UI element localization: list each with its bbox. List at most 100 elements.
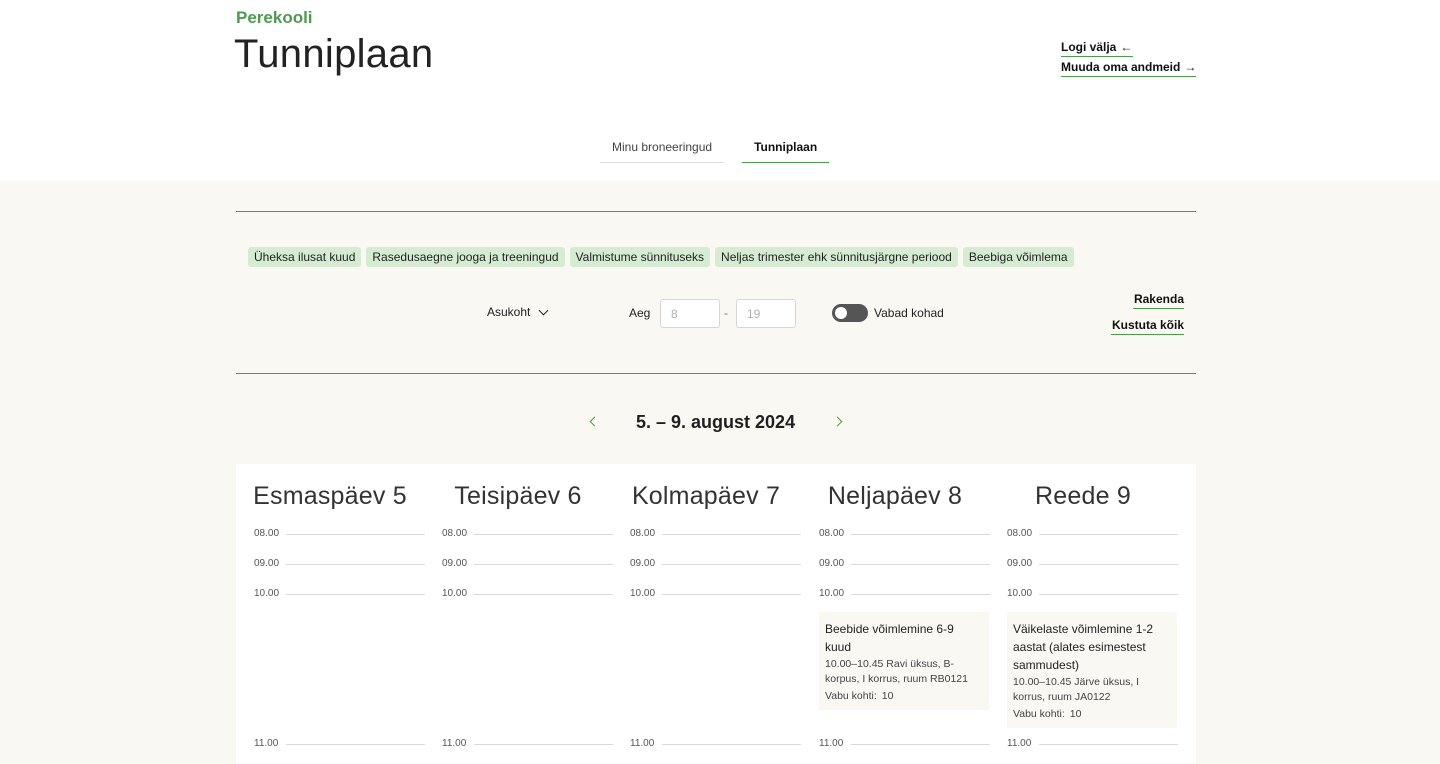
category-chip[interactable]: Rasedusaegne jooga ja treeningud xyxy=(366,247,565,267)
hour-label: 09.00 xyxy=(630,558,656,569)
hour-label: 08.00 xyxy=(442,528,468,539)
main-tabs: Minu broneeringud Tunniplaan xyxy=(600,135,830,163)
hour-gridline xyxy=(1039,594,1178,595)
hour-label: 10.00 xyxy=(254,588,280,599)
hour-gridline xyxy=(851,534,990,535)
apply-button[interactable]: Rakenda xyxy=(1133,292,1184,309)
logout-link[interactable]: Logi välja ← xyxy=(1061,40,1133,57)
hour-gridline xyxy=(474,534,613,535)
hour-row: 08.00 xyxy=(442,528,613,540)
time-to-input[interactable] xyxy=(736,299,796,328)
hour-row: 09.00 xyxy=(630,558,801,570)
hour-label: 11.00 xyxy=(630,738,655,749)
hour-label: 09.00 xyxy=(254,558,280,569)
hour-label: 11.00 xyxy=(819,738,844,749)
arrow-left-icon: ← xyxy=(1120,40,1133,54)
tab-schedule[interactable]: Tunniplaan xyxy=(742,135,830,163)
free-seats-label: Vabu kohti: xyxy=(1013,708,1065,720)
hour-row: 08.00 xyxy=(254,528,425,540)
user-links: Logi välja ← Muuda oma andmeid → xyxy=(1061,40,1197,80)
time-from-input[interactable] xyxy=(660,299,720,328)
hour-row: 11.00 xyxy=(819,738,990,750)
category-chip[interactable]: Valmistume sünnituseks xyxy=(569,247,711,267)
hour-row: 09.00 xyxy=(442,558,613,570)
location-label: Asukoht xyxy=(487,305,531,319)
brand-logo[interactable]: Perekooli xyxy=(236,8,313,28)
hour-label: 10.00 xyxy=(630,588,656,599)
free-places-toggle[interactable] xyxy=(832,304,868,322)
category-chip[interactable]: Neljas trimester ehk sünnitusjärgne peri… xyxy=(715,247,958,267)
hour-row: 10.00 xyxy=(442,588,613,600)
hour-label: 11.00 xyxy=(442,738,467,749)
hour-label: 10.00 xyxy=(1007,588,1033,599)
toggle-knob xyxy=(835,307,847,319)
category-chip[interactable]: Üheksa ilusat kuud xyxy=(248,247,362,267)
hour-row: 09.00 xyxy=(1007,558,1178,570)
time-range-dash: - xyxy=(724,306,728,320)
hour-gridline xyxy=(851,594,990,595)
hour-row: 10.00 xyxy=(254,588,425,600)
class-event-card[interactable]: Väikelaste võimlemine 1-2 aastat (alates… xyxy=(1007,612,1177,728)
day-title: Neljapäev 8 xyxy=(827,482,963,510)
hour-label: 10.00 xyxy=(819,588,845,599)
hour-row: 10.00 xyxy=(630,588,801,600)
class-event-card[interactable]: Beebide võimlemine 6-9 kuud 10.00–10.45 R… xyxy=(819,612,989,710)
chevron-left-icon[interactable] xyxy=(585,413,601,429)
page-title: Tunniplaan xyxy=(234,32,434,76)
week-navigation: 5. – 9. august 2024 xyxy=(585,410,845,434)
hour-row: 09.00 xyxy=(819,558,990,570)
day-title: Teisipäev 6 xyxy=(454,482,582,510)
week-calendar: Esmaspäev 5 08.00 09.00 10.00 11.00 Teisipäev… xyxy=(236,464,1196,764)
hour-gridline xyxy=(286,594,425,595)
clear-all-button[interactable]: Kustuta kõik xyxy=(1111,318,1184,335)
event-time-location: 10.00–10.45 Ravi üksus, B-korpus, I korr… xyxy=(825,658,968,685)
hour-label: 11.00 xyxy=(254,738,279,749)
event-title: Väikelaste võimlemine 1-2 aastat (alates… xyxy=(1013,622,1154,672)
filter-divider-bottom xyxy=(236,373,1196,374)
logout-label: Logi välja xyxy=(1061,40,1117,54)
tab-my-bookings[interactable]: Minu broneeringud xyxy=(600,135,725,163)
free-seats-label: Vabu kohti: xyxy=(825,690,877,702)
hour-gridline xyxy=(662,744,801,745)
category-chips: Üheksa ilusat kuud Rasedusaegne jooga ja… xyxy=(248,247,1074,267)
day-column: Reede 9 08.00 09.00 10.00 11.00 Väikelaste võ… xyxy=(989,464,1178,764)
page-header: Perekooli Tunniplaan Logi välja ← Muuda o… xyxy=(0,0,1440,181)
hour-row: 10.00 xyxy=(819,588,990,600)
event-free-seats: Vabu kohti: 10 xyxy=(825,690,983,702)
hour-gridline xyxy=(851,744,990,745)
hour-label: 09.00 xyxy=(442,558,468,569)
free-seats-count: 10 xyxy=(881,690,894,702)
hour-gridline xyxy=(286,744,425,745)
hour-label: 09.00 xyxy=(819,558,845,569)
day-column: Esmaspäev 5 08.00 09.00 10.00 11.00 xyxy=(236,464,425,764)
day-title: Kolmapäev 7 xyxy=(631,482,781,510)
hour-row: 11.00 xyxy=(1007,738,1178,750)
location-dropdown[interactable]: Asukoht xyxy=(487,305,549,319)
hour-gridline xyxy=(662,534,801,535)
hour-gridline xyxy=(851,564,990,565)
free-seats-count: 10 xyxy=(1069,708,1082,720)
hour-label: 08.00 xyxy=(630,528,656,539)
arrow-right-icon: → xyxy=(1184,60,1197,74)
hour-gridline xyxy=(474,744,613,745)
event-free-seats: Vabu kohti: 10 xyxy=(1013,708,1171,720)
category-chip[interactable]: Beebiga võimlema xyxy=(962,247,1074,267)
day-column: Neljapäev 8 08.00 09.00 10.00 11.00 Beebide v… xyxy=(801,464,990,764)
time-label: Aeg xyxy=(629,306,651,320)
hour-gridline xyxy=(1039,744,1178,745)
day-title: Reede 9 xyxy=(1035,482,1131,510)
hour-gridline xyxy=(662,594,801,595)
filter-divider-top xyxy=(236,211,1196,212)
hour-gridline xyxy=(286,534,425,535)
chevron-right-icon[interactable] xyxy=(831,413,847,429)
hour-row: 09.00 xyxy=(254,558,425,570)
hour-label: 08.00 xyxy=(1007,528,1033,539)
edit-profile-link[interactable]: Muuda oma andmeid → xyxy=(1061,60,1196,77)
hour-gridline xyxy=(474,594,613,595)
hour-gridline xyxy=(1039,534,1178,535)
day-column: Teisipäev 6 08.00 09.00 10.00 11.00 xyxy=(424,464,613,764)
hour-row: 11.00 xyxy=(630,738,801,750)
hour-label: 10.00 xyxy=(442,588,468,599)
chevron-down-icon xyxy=(538,305,549,315)
hour-row: 08.00 xyxy=(1007,528,1178,540)
